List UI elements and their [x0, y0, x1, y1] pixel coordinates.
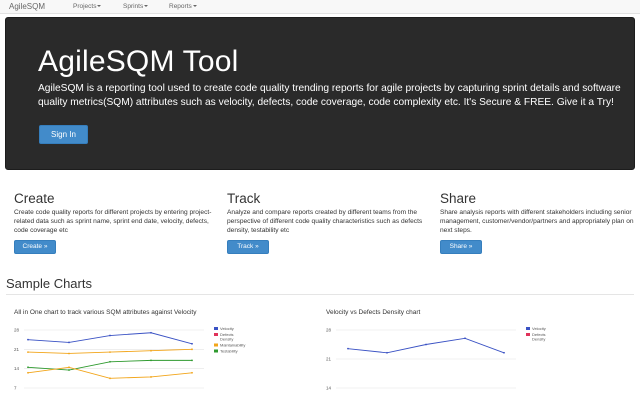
- chart-1-title: All in One chart to track various SQM at…: [14, 309, 197, 316]
- data-point: [191, 342, 193, 345]
- share-button[interactable]: Share »: [440, 240, 482, 254]
- data-point: [386, 351, 388, 354]
- feature-create-description: Create code quality reports for differen…: [14, 209, 212, 234]
- feature-track-title: Track: [227, 191, 261, 206]
- y-tick-label: 14: [14, 366, 20, 371]
- legend-swatch: [214, 333, 218, 336]
- y-tick-label: 7: [14, 386, 17, 391]
- legend-label: Density: [220, 337, 233, 342]
- data-point: [27, 371, 29, 374]
- y-tick-label: 28: [326, 328, 332, 333]
- data-point: [150, 349, 152, 352]
- velocity-vs-defects-chart: 282114VelocityDefectsDensity: [326, 326, 546, 391]
- data-point: [27, 338, 29, 341]
- legend-label: Testability: [220, 349, 238, 354]
- legend-swatch: [214, 343, 218, 347]
- legend-label: Velocity: [220, 326, 234, 331]
- data-point: [27, 351, 29, 353]
- feature-share-description: Share analysis reports with different st…: [440, 209, 634, 234]
- hero-jumbotron: AgileSQM Tool AgileSQM is a reporting to…: [5, 17, 635, 170]
- nav-sprints-label: Sprints: [123, 3, 144, 10]
- legend-label: Velocity: [532, 326, 546, 331]
- caret-down-icon: [192, 5, 197, 8]
- series-line: [27, 332, 193, 345]
- section-divider: [6, 294, 634, 295]
- feature-create-title: Create: [14, 191, 55, 206]
- data-point: [27, 366, 29, 369]
- legend-swatch: [214, 327, 218, 330]
- caret-down-icon: [144, 5, 149, 8]
- feature-create: Create Create code quality reports for d…: [14, 190, 214, 235]
- top-navbar: AgileSQM Projects Sprints Reports: [0, 0, 640, 14]
- nav-reports-dropdown[interactable]: Reports: [169, 3, 197, 10]
- sign-in-button[interactable]: Sign In: [39, 125, 88, 144]
- data-point: [347, 347, 349, 350]
- data-point: [150, 359, 152, 362]
- all-in-one-chart: 2821147VelocityDefectsDensityMaintainabi…: [14, 326, 245, 391]
- legend-swatch: [526, 333, 530, 336]
- nav-projects-dropdown[interactable]: Projects: [73, 3, 102, 10]
- nav-reports-label: Reports: [169, 3, 192, 10]
- y-tick-label: 21: [326, 357, 332, 362]
- data-point: [68, 352, 70, 355]
- data-point: [109, 360, 111, 363]
- data-point: [68, 341, 70, 344]
- data-point: [503, 351, 505, 354]
- data-point: [68, 366, 70, 369]
- feature-share: Share Share analysis reports with differ…: [440, 190, 640, 235]
- data-point: [109, 334, 111, 337]
- data-point: [191, 348, 193, 351]
- data-point: [464, 337, 466, 340]
- y-tick-label: 14: [326, 386, 332, 391]
- data-point: [109, 377, 111, 380]
- legend-label: Density: [532, 337, 545, 342]
- series-line: [347, 337, 505, 354]
- hero-title: AgileSQM Tool: [38, 45, 239, 78]
- nav-projects-label: Projects: [73, 3, 97, 10]
- sample-charts-heading: Sample Charts: [6, 276, 92, 291]
- feature-track: Track Analyze and compare reports create…: [227, 190, 427, 235]
- data-point: [150, 331, 152, 334]
- legend-label: Maintainability: [220, 343, 245, 348]
- data-point: [150, 376, 152, 378]
- data-point: [109, 351, 111, 353]
- y-tick-label: 28: [14, 328, 20, 333]
- legend-swatch: [526, 327, 530, 330]
- feature-track-description: Analyze and compare reports created by d…: [227, 209, 423, 234]
- brand-logo[interactable]: AgileSQM: [9, 2, 45, 11]
- data-point: [191, 371, 193, 374]
- create-button[interactable]: Create »: [14, 240, 56, 254]
- chart-2-title: Velocity vs Defects Density chart: [326, 309, 421, 316]
- data-point: [68, 369, 70, 371]
- nav-sprints-dropdown[interactable]: Sprints: [123, 3, 149, 10]
- track-button[interactable]: Track »: [227, 240, 269, 254]
- feature-share-title: Share: [440, 191, 477, 206]
- data-point: [191, 359, 193, 362]
- data-point: [425, 343, 427, 346]
- caret-down-icon: [97, 5, 102, 8]
- hero-description: AgileSQM is a reporting tool used to cre…: [38, 83, 621, 108]
- y-tick-label: 21: [14, 347, 20, 352]
- legend-swatch: [214, 349, 218, 353]
